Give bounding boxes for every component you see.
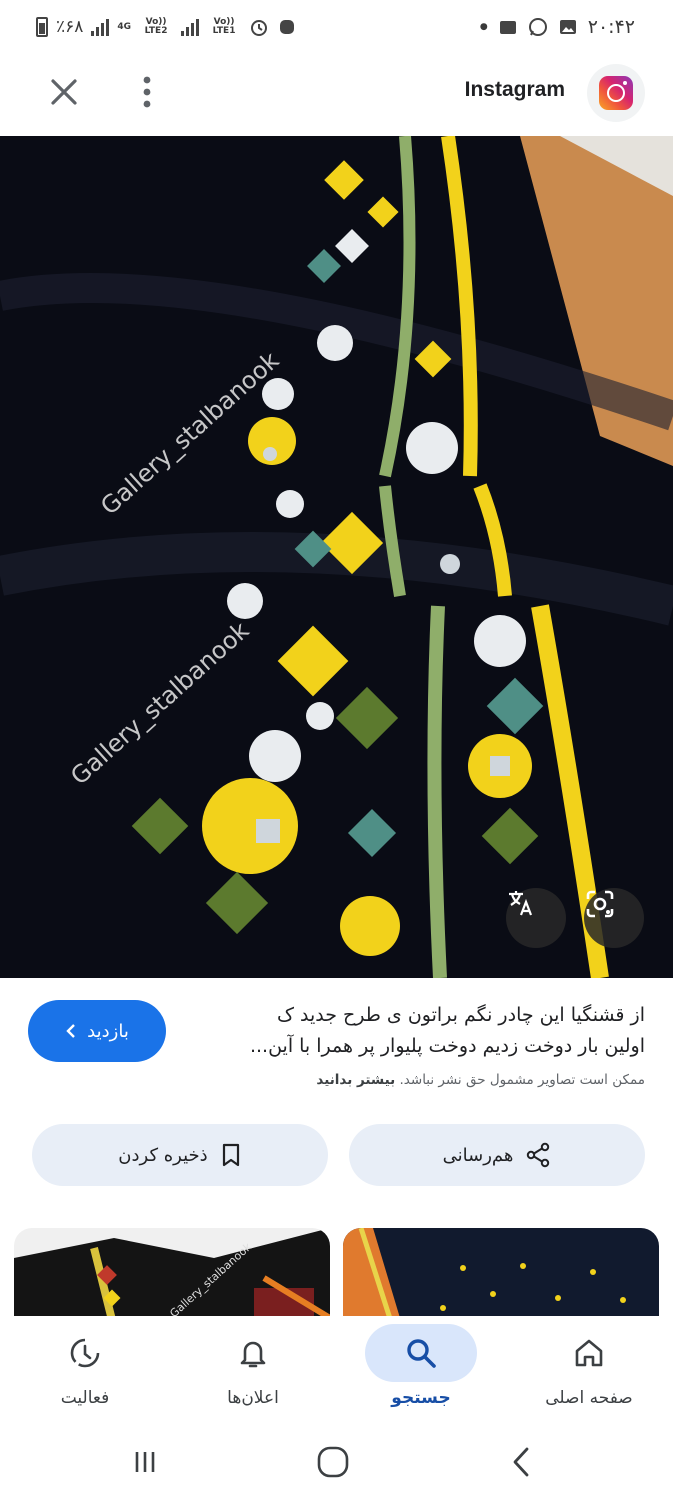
visit-button[interactable]: بازدید: [28, 1000, 166, 1062]
nav-notifications[interactable]: اعلان‌ها: [169, 1316, 337, 1426]
result-title[interactable]: از قشنگیا این چادر نگم براتون ی طرح جدید…: [195, 1000, 645, 1062]
search-icon: [407, 1339, 436, 1368]
system-navigation-bar: [0, 1426, 673, 1500]
clock: ۲۰:۴۲: [587, 16, 635, 38]
share-button[interactable]: هم‌رسانی: [349, 1124, 645, 1186]
photo-icon: [559, 20, 576, 34]
status-left: ٪۶۸ 4G Vo)) LTE2 Vo)) LTE1: [36, 14, 297, 40]
signal-icon: [91, 18, 110, 36]
sim2-label: Vo)) LTE2: [144, 17, 168, 36]
nav-notifications-label: اعلان‌ها: [227, 1388, 279, 1408]
learn-more-link[interactable]: بیشتر بدانید: [316, 1072, 395, 1088]
alarm-icon: [251, 20, 268, 36]
share-icon: [527, 1142, 550, 1168]
nav-home-label: صفحه اصلی: [545, 1388, 633, 1408]
visit-label: بازدید: [87, 1020, 129, 1042]
main-image[interactable]: Gallery_stalbanook Gallery_stalbanook: [0, 136, 673, 978]
share-label: هم‌رسانی: [442, 1144, 514, 1166]
related-photo-1: Gallery_stalbanook: [14, 1228, 330, 1328]
battery-icon: [36, 17, 48, 37]
close-icon[interactable]: [44, 72, 84, 112]
signal-icon-2: [181, 18, 200, 36]
sim1-label: Vo)) LTE1: [212, 17, 236, 36]
translate-icon: [509, 891, 533, 916]
nav-activity[interactable]: فعالیت: [1, 1316, 169, 1426]
battery-percent: ٪۶۸: [56, 17, 84, 37]
save-button[interactable]: ذخیره کردن: [32, 1124, 328, 1186]
network-type: 4G: [117, 21, 132, 32]
save-label: ذخیره کردن: [118, 1144, 208, 1166]
disclaimer-text: ممکن است تصاویر مشمول حق نشر نباشد.: [399, 1072, 646, 1088]
gallery-notification-icon: [499, 21, 516, 34]
nav-search-label: جستجو: [391, 1388, 451, 1408]
activity-history-icon: [70, 1338, 100, 1368]
whatsapp-icon: [528, 18, 547, 36]
nav-activity-label: فعالیت: [60, 1388, 110, 1408]
status-right: ● ۲۰:۴۲: [480, 14, 635, 40]
status-bar: ٪۶۸ 4G Vo)) LTE2 Vo)) LTE1 ● ۲۰:۴۲: [0, 0, 673, 56]
back-button[interactable]: [496, 1440, 546, 1484]
nav-home-icon-wrap: [533, 1324, 645, 1382]
nav-search-icon-wrap: [365, 1324, 477, 1382]
nav-home[interactable]: صفحه اصلی: [505, 1316, 673, 1426]
google-lens-icon: [586, 890, 614, 918]
bookmark-icon: [222, 1143, 239, 1167]
nav-search[interactable]: جستجو: [337, 1316, 505, 1426]
more-options-icon[interactable]: [132, 72, 162, 112]
related-photo-2: [343, 1228, 659, 1328]
app-notification-icon: [280, 20, 295, 34]
lens-search-button[interactable]: [584, 888, 644, 948]
notification-dot-icon: ●: [479, 22, 488, 32]
source-site-logo[interactable]: [587, 64, 645, 122]
home-circle-icon: [317, 1446, 349, 1478]
bottom-navigation: صفحه اصلی جستجو اعلان‌ها فعالیت: [0, 1316, 673, 1426]
source-site-name[interactable]: Instagram: [465, 78, 565, 102]
chevron-left-icon: [66, 1024, 76, 1038]
nav-notifications-icon-wrap: [197, 1324, 309, 1382]
copyright-disclaimer: ممکن است تصاویر مشمول حق نشر نباشد. بیشت…: [125, 1072, 645, 1088]
title-line-1: از قشنگیا این چادر نگم براتون ی طرح جدید…: [276, 1004, 645, 1026]
instagram-icon: [599, 76, 633, 110]
nav-activity-icon-wrap: [29, 1324, 141, 1382]
related-image-2[interactable]: [343, 1228, 659, 1328]
home-button[interactable]: [308, 1440, 358, 1484]
recent-apps-icon: [135, 1452, 155, 1472]
related-image-1[interactable]: Gallery_stalbanook: [14, 1228, 330, 1328]
translate-button[interactable]: [506, 888, 566, 948]
header: Instagram: [0, 56, 673, 136]
bell-icon: [240, 1341, 266, 1368]
back-chevron-icon: [513, 1447, 529, 1477]
home-icon: [575, 1339, 603, 1367]
embroidered-chador-photo: Gallery_stalbanook Gallery_stalbanook: [0, 136, 673, 978]
recent-apps-button[interactable]: [120, 1440, 170, 1484]
title-line-2: اولین بار دوخت زدیم دوخت پلیوار پر همرا …: [249, 1035, 645, 1057]
